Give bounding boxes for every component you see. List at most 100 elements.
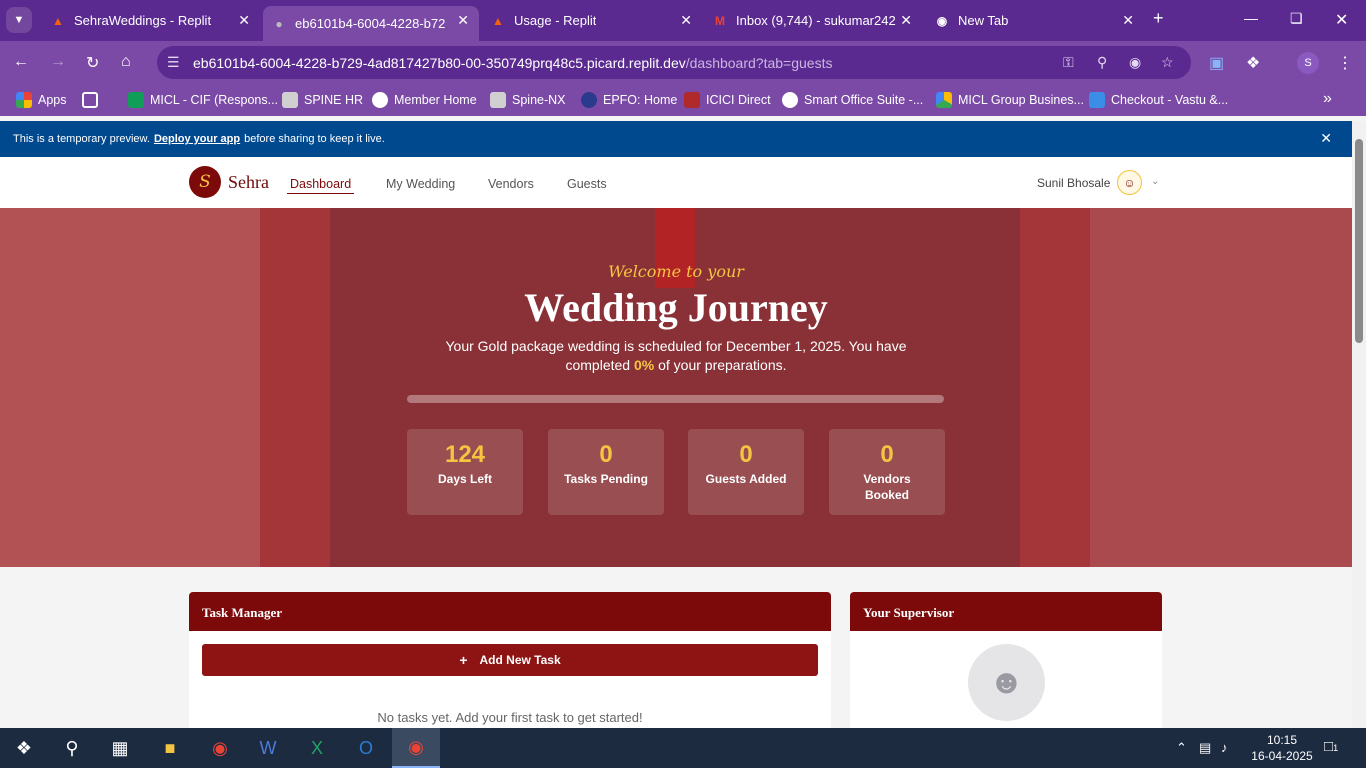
close-tab-icon[interactable]: ✕: [680, 12, 692, 29]
tab-gmail-inbox[interactable]: M Inbox (9,744) - sukumar2420 ✕: [704, 0, 922, 41]
maximize-icon[interactable]: ❏: [1290, 10, 1303, 27]
replit-icon: ▲: [492, 13, 504, 28]
url-path: /dashboard?tab=guests: [685, 54, 833, 71]
close-tab-icon[interactable]: ✕: [1122, 12, 1134, 29]
deploy-link[interactable]: Deploy your app: [154, 133, 240, 145]
globe-icon: [782, 92, 798, 108]
word-icon[interactable]: W: [244, 728, 292, 768]
tab-sehraweddings[interactable]: ▲ SehraWeddings - Replit ✕: [40, 0, 260, 41]
grid-icon: [82, 92, 98, 108]
screen-capture-icon[interactable]: ▣: [1209, 53, 1224, 73]
plus-icon: +: [459, 652, 468, 668]
icici-icon: [684, 92, 700, 108]
tab-usage-replit[interactable]: ▲ Usage - Replit ✕: [482, 0, 702, 41]
browser-tab-strip: ▼ ▲ SehraWeddings - Replit ✕ ● eb6101b4-…: [0, 0, 1366, 41]
welcome-text: Welcome to your: [608, 262, 744, 281]
windows-start-icon[interactable]: ❖: [0, 728, 48, 768]
user-name[interactable]: Sunil Bhosale: [1037, 176, 1110, 190]
close-window-icon[interactable]: ✕: [1335, 10, 1348, 30]
bookmark-micl-cif[interactable]: MICL - CIF (Respons...: [128, 92, 278, 108]
menu-icon[interactable]: ⋮: [1337, 53, 1353, 73]
stat-tasks-pending: 0 Tasks Pending: [548, 429, 664, 515]
logo[interactable]: S: [189, 166, 221, 198]
supervisor-avatar-icon: ☻: [968, 644, 1045, 721]
hero-title: Wedding Journey: [524, 285, 828, 330]
drive-icon: [936, 92, 952, 108]
windows-taskbar: ❖ ⚲ ▦ ■ ◉ W X O ◉ ⌃ ▤ ♪ 10:15 16-04-2025…: [0, 728, 1366, 768]
nav-guests[interactable]: Guests: [567, 177, 607, 191]
nav-vendors[interactable]: Vendors: [488, 177, 534, 191]
minimize-icon[interactable]: —: [1244, 10, 1258, 26]
outlook-icon[interactable]: O: [342, 728, 390, 768]
bookmark-smart-office[interactable]: Smart Office Suite -...: [782, 92, 923, 108]
volume-icon[interactable]: ♪: [1221, 740, 1228, 755]
extensions-icon[interactable]: ❖: [1246, 53, 1260, 73]
empty-tasks-message: No tasks yet. Add your first task to get…: [377, 710, 643, 725]
bookmark-apps[interactable]: Apps: [16, 92, 67, 108]
network-icon[interactable]: ▤: [1199, 740, 1211, 756]
bookmark-epfo[interactable]: EPFO: Home: [581, 92, 677, 108]
supervisor-card: Your Supervisor ☻: [850, 592, 1162, 728]
add-task-button[interactable]: + Add New Task: [202, 644, 818, 676]
close-banner-icon[interactable]: ✕: [1320, 130, 1332, 147]
nav-my-wedding[interactable]: My Wedding: [386, 177, 455, 191]
chrome-icon[interactable]: ◉: [196, 728, 244, 768]
bookmark-checkout-vastu[interactable]: Checkout - Vastu &...: [1089, 92, 1228, 108]
notifications-icon[interactable]: □1: [1324, 738, 1338, 755]
more-bookmarks-icon[interactable]: »: [1323, 90, 1332, 108]
site-info-icon[interactable]: ☰: [167, 54, 180, 71]
brand-name[interactable]: Sehra: [228, 172, 269, 193]
epfo-icon: [581, 92, 597, 108]
spine-icon: [282, 92, 298, 108]
page-scrollbar[interactable]: [1352, 121, 1366, 728]
spine-icon: [490, 92, 506, 108]
bookmark-micl-group[interactable]: MICL Group Busines...: [936, 92, 1084, 108]
excel-icon[interactable]: X: [293, 728, 341, 768]
bookmark-icici[interactable]: ICICI Direct: [684, 92, 771, 108]
zoom-icon[interactable]: ⚲: [1097, 54, 1107, 71]
user-icon[interactable]: ☺: [1117, 170, 1142, 195]
app-header: S Sehra Dashboard My Wedding Vendors Gue…: [0, 157, 1352, 208]
home-icon[interactable]: ⌂: [121, 53, 131, 71]
scrollbar-thumb[interactable]: [1355, 139, 1363, 343]
close-tab-icon[interactable]: ✕: [900, 12, 912, 29]
checkbox-icon: [1089, 92, 1105, 108]
tab-search-button[interactable]: ▼: [6, 7, 32, 33]
forward-icon[interactable]: →: [50, 53, 66, 71]
task-view-icon[interactable]: ▦: [96, 728, 144, 768]
close-tab-icon[interactable]: ✕: [238, 12, 250, 29]
chrome-active-icon[interactable]: ◉: [392, 728, 440, 768]
tab-preview[interactable]: ● eb6101b4-6004-4228-b729- ✕: [263, 6, 479, 41]
eye-off-icon[interactable]: ◉: [1129, 54, 1141, 71]
stat-guests-added: 0 Guests Added: [688, 429, 804, 515]
task-manager-card: Task Manager + Add New Task No tasks yet.…: [189, 592, 831, 728]
bookmark-grid[interactable]: [82, 92, 104, 108]
bookmark-member-home[interactable]: Member Home: [372, 92, 477, 108]
bookmark-spine-hr[interactable]: SPINE HR: [282, 92, 363, 108]
hero-banner: Welcome to your Wedding Journey Your Gol…: [0, 208, 1352, 567]
nav-dashboard[interactable]: Dashboard: [287, 177, 355, 194]
tab-new-tab[interactable]: ◉ New Tab ✕: [926, 0, 1144, 41]
search-icon[interactable]: ⚲: [48, 728, 96, 768]
chrome-icon: ◉: [936, 13, 948, 28]
url-host: eb6101b4-6004-4228-b729-4ad817427b80-00-…: [193, 54, 686, 71]
key-icon[interactable]: ⚿: [1063, 54, 1074, 71]
reload-icon[interactable]: ↻: [86, 53, 99, 73]
file-explorer-icon[interactable]: ■: [146, 728, 194, 768]
hero-description: Your Gold package wedding is scheduled f…: [445, 338, 907, 373]
url-text: eb6101b4-6004-4228-b729-4ad817427b80-00-…: [193, 55, 832, 71]
new-tab-icon[interactable]: +: [1153, 8, 1164, 29]
clock[interactable]: 10:15 16-04-2025: [1250, 732, 1314, 764]
bookmark-spine-nx[interactable]: Spine-NX: [490, 92, 566, 108]
url-bar[interactable]: ☰ eb6101b4-6004-4228-b729-4ad817427b80-0…: [157, 46, 1191, 79]
close-tab-icon[interactable]: ✕: [457, 12, 469, 29]
show-hidden-icons[interactable]: ⌃: [1176, 740, 1187, 756]
sheets-icon: [128, 92, 144, 108]
preparation-progress-bar: [407, 395, 944, 403]
stat-vendors-booked: 0 Vendors Booked: [829, 429, 945, 515]
star-icon[interactable]: ☆: [1161, 54, 1174, 71]
chevron-down-icon[interactable]: ⌄: [1151, 176, 1159, 187]
globe-icon: ●: [275, 16, 283, 31]
profile-avatar[interactable]: S: [1297, 52, 1319, 74]
back-icon[interactable]: ←: [13, 53, 29, 71]
